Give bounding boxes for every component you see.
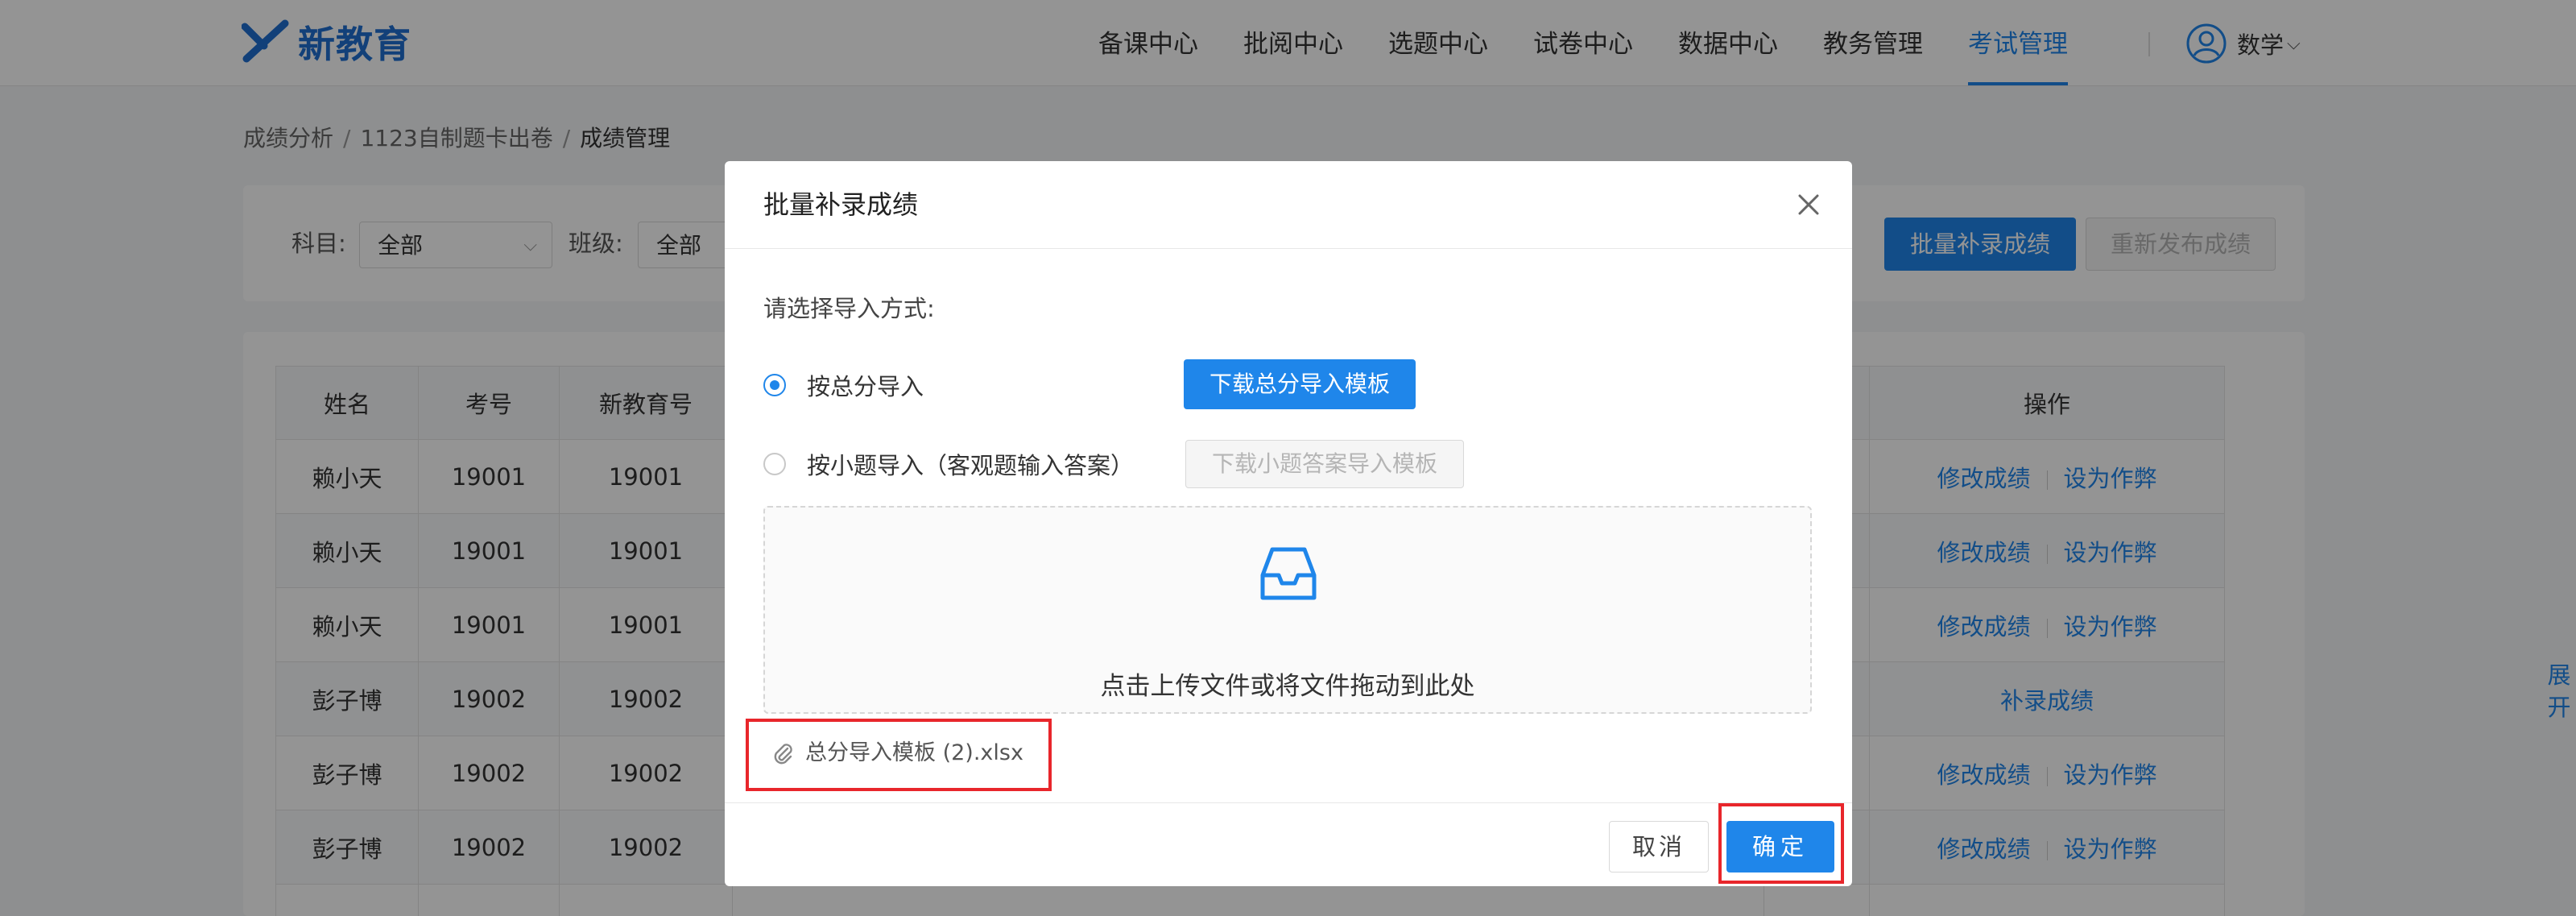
dialog-title: 批量补录成绩 xyxy=(763,189,919,220)
dialog-footer: 取消 确定 xyxy=(725,802,1852,887)
paperclip-icon xyxy=(773,741,794,769)
uploaded-file-name: 总分导入模板 (2).xlsx xyxy=(805,740,1023,765)
radio-import-item-label: 按小题导入（客观题输入答案） xyxy=(807,452,1135,479)
upload-instruction: 点击上传文件或将文件拖动到此处 xyxy=(1100,672,1475,701)
confirm-button-highlight: 确定 xyxy=(1718,803,1844,884)
radio-import-item[interactable]: 按小题导入（客观题输入答案） xyxy=(763,440,1134,488)
radio-import-total[interactable]: 按总分导入 xyxy=(763,361,924,409)
confirm-button[interactable]: 确定 xyxy=(1726,821,1834,872)
batch-supplement-dialog: 批量补录成绩 请选择导入方式: 按总分导入 下载总分导入模板 按小题导入（客观题… xyxy=(725,161,1852,886)
cancel-button[interactable]: 取消 xyxy=(1609,821,1709,872)
close-icon[interactable] xyxy=(1794,190,1823,219)
upload-dropzone[interactable]: 点击上传文件或将文件拖动到此处 xyxy=(763,506,1812,714)
radio-circle[interactable] xyxy=(763,453,786,475)
radio-import-total-label: 按总分导入 xyxy=(807,373,924,400)
dialog-header: 批量补录成绩 xyxy=(725,161,1852,249)
download-total-template-button[interactable]: 下载总分导入模板 xyxy=(1184,359,1416,409)
download-item-template-button[interactable]: 下载小题答案导入模板 xyxy=(1185,440,1465,488)
import-method-hint: 请选择导入方式: xyxy=(763,295,935,322)
inbox-icon xyxy=(1255,540,1322,611)
uploaded-file-item[interactable]: 总分导入模板 (2).xlsx xyxy=(746,719,1052,791)
radio-circle-checked[interactable] xyxy=(763,374,786,396)
